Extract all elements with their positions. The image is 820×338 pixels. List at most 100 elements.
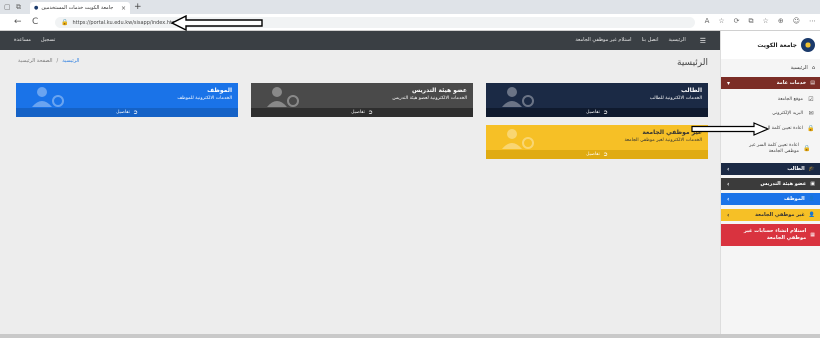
lock-icon: 🔒 [807,125,815,132]
sidebar-item-label: موقع الجامعة [777,97,803,102]
sidebar-section-label: عضو هيئة التدريس [760,181,807,187]
card-description: الخدمات الالكترونية لعضو هيئة التدريس [392,96,467,101]
header-contact-link[interactable]: اتصل بنا [642,37,659,45]
browser-tab[interactable]: ● جامعة الكويت خدمات المستخدمين × [30,2,130,14]
header-login-link[interactable]: تسجيل [41,37,55,43]
user-icon: 👤 [808,196,815,202]
sidebar-home-label: الرئيسية [790,65,808,71]
card-title: الطالب [680,87,702,94]
card-description: الخدمات الالكترونية لغير موظفي الجامعة [624,138,702,143]
header-home-link[interactable]: الرئيسية [668,37,685,45]
url-text: https://portal.ku.edu.kw/sisapp/index.ht… [72,19,179,26]
sidebar-item-home[interactable]: الرئيسية ⌂ [721,61,820,75]
browser-menu-icon[interactable]: ▢ [4,3,11,11]
read-aloud-icon[interactable]: A [705,17,710,26]
sidebar-item-reset-password-nonstaff[interactable]: اعادة تعيين كلمة السر غير موظفي الجامعة … [721,141,817,157]
arrow-circle-icon: ➲ [602,151,608,158]
sidebar-item-email[interactable]: البريد الإلكتروني ✉ [721,109,820,119]
chevron-left-icon: ‹ [727,195,730,203]
user-gear-icon [267,87,299,107]
arrow-circle-icon: ➲ [132,109,138,116]
card-details-link[interactable]: تفاصيل ➲ [251,108,473,117]
lock-icon: 🔒 [61,19,69,26]
details-label: تفاصيل [351,110,365,115]
sidebar-section-nonstaff-accounts[interactable]: استلام انشاء حسابات غير موظفي الجامعة ▦ [721,224,820,246]
bottom-border [0,334,820,338]
card-faculty[interactable]: عضو هيئة التدريس الخدمات الالكترونية لعض… [251,83,473,117]
card-details-link[interactable]: تفاصيل ➲ [486,108,708,117]
annotation-arrow-url-icon [170,15,263,31]
favorite-icon[interactable]: ☆ [718,17,724,26]
presentation-board-icon: ▣ [810,181,815,187]
sidebar-section-employee[interactable]: ‹ الموظف 👤 [721,193,820,205]
sidebar-section-student[interactable]: ‹ الطالب 🎓 [721,163,820,175]
details-label: تفاصيل [586,110,600,115]
browser-toolbar: A ☆ ⟳ ⧉ ☆ ⊕ ☺ ⋯ [705,17,816,26]
grid-icon: ▦ [810,232,815,238]
home-icon: ⌂ [811,65,815,71]
header-help-link[interactable]: مساعدة [14,37,31,43]
split-screen-icon[interactable]: ⧉ [749,17,754,26]
card-details-link[interactable]: تفاصيل ➲ [486,150,708,159]
chevron-left-icon: ‹ [727,180,730,188]
university-logo-icon [801,38,815,52]
checkbox-icon: ☑ [808,96,814,103]
card-title: عضو هيئة التدريس [411,87,467,94]
sidebar-section-label: الطالب [787,166,805,172]
user-gear-icon [502,87,534,107]
favicon-icon: ● [34,5,39,11]
favorites-icon[interactable]: ☆ [763,17,769,26]
breadcrumb-current: الصفحة الرئيسية [18,58,53,64]
sidebar-section-general-label: خدمات عامة [776,80,807,86]
tab-title: جامعة الكويت خدمات المستخدمين [41,5,114,11]
list-icon: ▤ [810,80,815,86]
sidebar-section-faculty[interactable]: ‹ عضو هيئة التدريس ▣ [721,178,820,190]
sidebar: جامعة الكويت الرئيسية ⌂ ▾ خدمات عامة ▤ م… [720,31,820,338]
sidebar-item-label: اعادة تعيين كلمة السر غير موظفي الجامعة [749,143,799,154]
back-button[interactable]: ← [14,17,22,27]
chevron-left-icon: ‹ [727,211,730,219]
collections-icon[interactable]: ⊕ [778,17,784,26]
chevron-down-icon: ▾ [727,79,731,87]
brand[interactable]: جامعة الكويت [721,31,820,59]
header-nonstaff-link[interactable]: استلام غير موظفي الجامعة [575,37,631,45]
main-content: الرئيسية الصفحة الرئيسية / الرئيسية الطا… [0,50,720,338]
arrow-circle-icon: ➲ [602,109,608,116]
user-gear-icon [502,129,534,149]
sidebar-section-nonstaff[interactable]: ‹ غير موظفي الجامعة 👤 [721,209,820,221]
arrow-circle-icon: ➲ [367,109,373,116]
sidebar-section-general[interactable]: ▾ خدمات عامة ▤ [721,77,820,89]
annotation-arrow-sidebar-icon [691,122,770,136]
profile-icon[interactable]: ☺ [793,17,800,26]
tab-close-icon[interactable]: × [121,5,126,12]
user-icon: 👤 [808,212,815,218]
sidebar-section-label: استلام انشاء حسابات غير موظفي الجامعة [743,228,807,241]
card-description: الخدمات الالكترونية للطالب [649,96,702,101]
details-label: تفاصيل [116,110,130,115]
breadcrumb-home-link[interactable]: الرئيسية [62,58,79,64]
breadcrumb-separator: / [56,58,59,64]
hamburger-menu-icon[interactable]: ☰ [700,37,706,45]
tabs-icon[interactable]: ⧉ [16,3,21,12]
details-label: تفاصيل [586,152,600,157]
address-bar-row: ← C 🔒 https://portal.ku.edu.kw/sisapp/in… [0,14,820,31]
lock-icon: 🔒 [803,145,811,152]
refresh-icon[interactable]: ⟳ [734,17,740,26]
sidebar-section-label: الموظف [784,196,805,202]
url-field[interactable]: 🔒 https://portal.ku.edu.kw/sisapp/index.… [55,17,695,28]
more-icon[interactable]: ⋯ [809,17,816,26]
page-title: الرئيسية [677,58,708,68]
breadcrumb: الصفحة الرئيسية / الرئيسية [18,58,79,64]
sidebar-item-label: البريد الإلكتروني [772,111,803,116]
graduation-cap-icon: 🎓 [808,166,815,172]
card-details-link[interactable]: تفاصيل ➲ [16,108,238,117]
card-student[interactable]: الطالب الخدمات الالكترونية للطالب تفاصيل… [486,83,708,117]
sidebar-item-university-site[interactable]: موقع الجامعة ☑ [721,95,820,105]
new-tab-button[interactable]: + [134,2,142,13]
card-employee[interactable]: الموظف الخدمات الالكترونية للموظف تفاصيل… [16,83,238,117]
reload-button[interactable]: C [32,17,38,27]
app-header: مساعدة تسجيل استلام غير موظفي الجامعة ات… [0,31,720,50]
card-nonstaff[interactable]: غير موظفي الجامعة الخدمات الالكترونية لغ… [486,125,708,159]
mail-icon: ✉ [808,110,814,117]
card-title: الموظف [207,87,232,94]
